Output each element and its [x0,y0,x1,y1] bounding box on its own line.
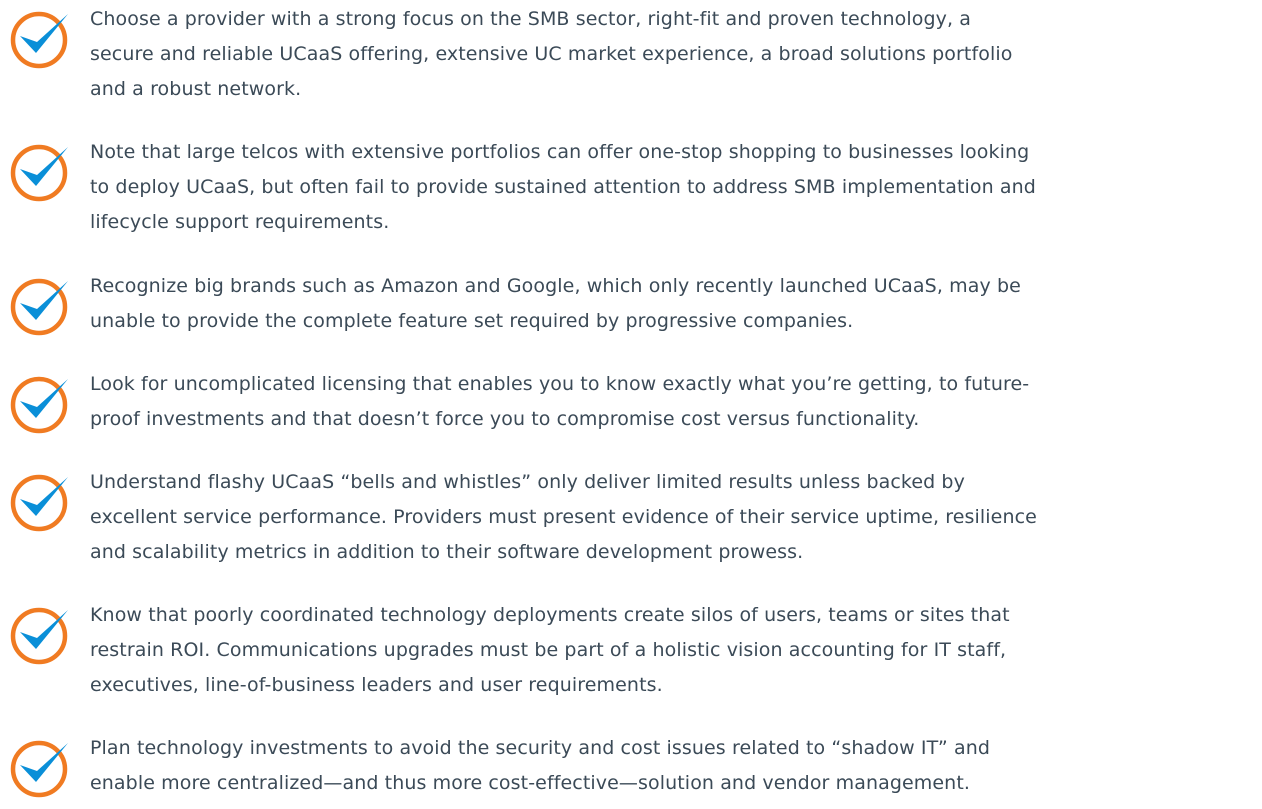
checkmark-circle-icon [6,139,72,205]
text-line: unable to provide the complete feature s… [90,310,854,332]
checklist: Choose a provider with a strong focus on… [0,0,1262,809]
text-line: Plan technology investments to avoid the… [90,737,991,759]
checkmark-circle-icon [6,6,72,72]
checkmark-circle-icon [6,469,72,535]
list-item-text: Note that large telcos with extensive po… [90,135,1250,240]
checkmark-circle-icon [6,371,72,437]
checkmark-circle-icon [6,602,72,668]
text-line: and scalability metrics in addition to t… [90,541,804,563]
text-line: proof investments and that doesn’t force… [90,408,920,430]
checkmark-circle-icon [6,735,72,801]
text-line: Know that poorly coordinated technology … [90,604,1010,626]
text-line: executives, line-of-business leaders and… [90,674,663,696]
list-item-text: Understand flashy UCaaS “bells and whist… [90,465,1250,570]
text-line: Understand flashy UCaaS “bells and whist… [90,471,965,493]
text-line: lifecycle support requirements. [90,211,390,233]
text-line: Choose a provider with a strong focus on… [90,8,971,30]
checkmark-circle-icon [6,273,72,339]
list-item-text: Plan technology investments to avoid the… [90,731,1250,801]
text-line: and a robust network. [90,78,302,100]
text-line: Look for uncomplicated licensing that en… [90,373,1030,395]
list-item-text: Choose a provider with a strong focus on… [90,2,1250,107]
text-line: enable more centralized—and thus more co… [90,772,971,794]
list-item-text: Know that poorly coordinated technology … [90,598,1250,703]
text-line: excellent service performance. Providers… [90,506,1037,528]
text-line: restrain ROI. Communications upgrades mu… [90,639,1007,661]
list-item-text: Recognize big brands such as Amazon and … [90,269,1250,339]
text-line: to deploy UCaaS, but often fail to provi… [90,176,1036,198]
text-line: Recognize big brands such as Amazon and … [90,275,1021,297]
text-line: secure and reliable UCaaS offering, exte… [90,43,1013,65]
list-item-text: Look for uncomplicated licensing that en… [90,367,1250,437]
text-line: Note that large telcos with extensive po… [90,141,1030,163]
